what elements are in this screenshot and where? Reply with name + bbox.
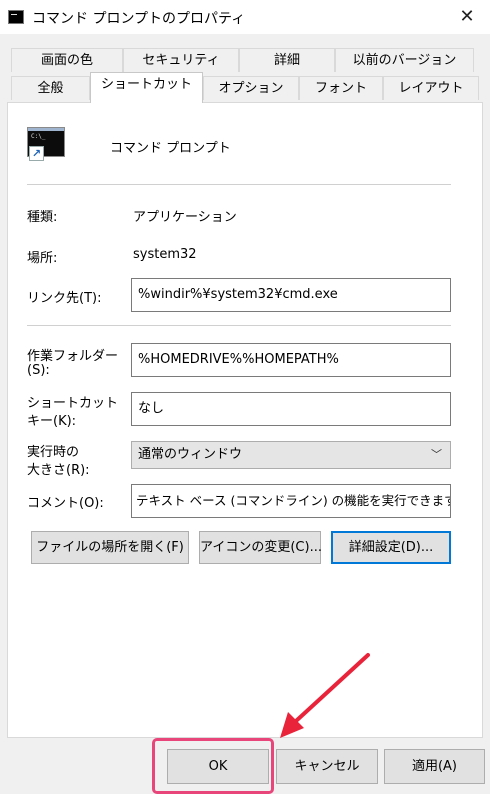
- ok-button[interactable]: OK: [167, 749, 269, 784]
- console-title-strip: [28, 128, 64, 131]
- separator-top: [27, 184, 451, 185]
- advanced-button[interactable]: 詳細設定(D)...: [331, 531, 451, 564]
- tab-shortcut[interactable]: ショートカット: [90, 72, 203, 103]
- tab-security[interactable]: セキュリティ: [123, 48, 239, 72]
- open-file-location-button[interactable]: ファイルの場所を開く(F): [31, 531, 189, 564]
- close-button[interactable]: ✕: [444, 0, 490, 34]
- comment-input[interactable]: テキスト ベース (コマンドライン) の機能を実行できます。: [131, 484, 451, 518]
- hotkey-label-line2: キー(K):: [27, 414, 77, 429]
- run-label-line2: 大きさ(R):: [27, 463, 90, 478]
- tab-colors[interactable]: 画面の色: [11, 48, 123, 72]
- change-icon-button[interactable]: アイコンの変更(C)...: [199, 531, 322, 564]
- type-value: アプリケーション: [133, 210, 237, 225]
- window-title: コマンド プロンプトのプロパティ: [32, 11, 246, 27]
- run-label-line1: 実行時の: [27, 445, 80, 460]
- shortcut-name: コマンド プロンプト: [110, 141, 231, 156]
- tab-previous-versions[interactable]: 以前のバージョン: [335, 48, 474, 72]
- hotkey-label-line1: ショートカット: [27, 396, 119, 411]
- separator-middle: [27, 325, 451, 326]
- target-label: リンク先(T):: [27, 291, 102, 306]
- tab-layout[interactable]: レイアウト: [383, 76, 479, 100]
- chevron-down-icon: ﹀: [431, 448, 442, 461]
- tab-font[interactable]: フォント: [299, 76, 383, 100]
- start-in-label-line1: 作業フォルダー: [27, 349, 119, 364]
- title-bar: コマンド プロンプトのプロパティ ✕: [0, 0, 490, 34]
- run-size-dropdown[interactable]: 通常のウィンドウ ﹀: [131, 441, 451, 469]
- run-size-value: 通常のウィンドウ: [138, 447, 243, 462]
- type-label: 種類:: [27, 210, 58, 225]
- tab-options[interactable]: オプション: [203, 76, 299, 100]
- console-prompt-text: C:\_: [31, 133, 46, 140]
- location-value: system32: [133, 247, 197, 262]
- start-in-input[interactable]: %HOMEDRIVE%%HOMEPATH%: [131, 343, 451, 377]
- target-input[interactable]: %windir%¥system32¥cmd.exe: [131, 278, 451, 312]
- tab-details[interactable]: 詳細: [239, 48, 335, 72]
- cmd-app-icon: [8, 10, 24, 24]
- cancel-button[interactable]: キャンセル: [276, 749, 378, 784]
- shortcut-arrow-icon: ↗: [29, 146, 44, 161]
- location-label: 場所:: [27, 251, 58, 266]
- tab-general[interactable]: 全般: [11, 76, 90, 100]
- start-in-label-line2: (S):: [27, 363, 50, 378]
- apply-button[interactable]: 適用(A): [384, 749, 485, 784]
- comment-label: コメント(O):: [27, 496, 104, 511]
- hotkey-input[interactable]: なし: [131, 392, 451, 426]
